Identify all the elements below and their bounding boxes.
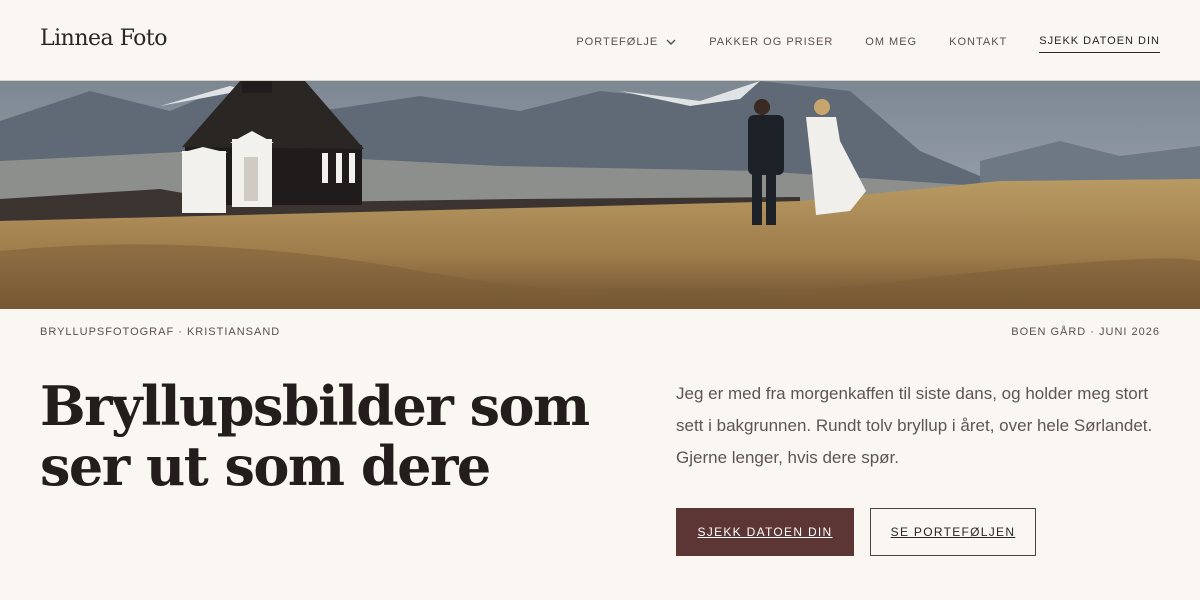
intro-text: Jeg er med fra morgenkaffen til siste da… (676, 384, 1153, 467)
top-navigation: Linnea Foto PORTEFØLJE PAKKER OG PRISER … (0, 0, 1200, 81)
meta-location: BRYLLUPSFOTOGRAF · KRISTIANSAND (40, 326, 281, 338)
chevron-down-icon (666, 39, 676, 45)
main-menu: PORTEFØLJE PAKKER OG PRISER OM MEG KONTA… (544, 30, 1160, 54)
nav-portfolio[interactable]: PORTEFØLJE (576, 36, 677, 48)
hero-image (0, 81, 1200, 309)
nav-packages[interactable]: PAKKER OG PRISER (709, 36, 833, 48)
meta-photo-credit: BOEN GÅRD · JUNI 2026 (1011, 326, 1160, 338)
view-portfolio-button[interactable]: SE PORTEFØLJEN (870, 508, 1036, 556)
site-logo[interactable]: Linnea Foto (40, 26, 168, 51)
page-headline: Bryllupsbilder som ser ut som dere (40, 376, 600, 496)
nav-check-date-link[interactable]: SJEKK DATOEN DIN (1039, 35, 1160, 53)
hero-landscape-photo (0, 81, 1200, 309)
headline-line-2: ser ut som dere (40, 434, 491, 498)
check-date-button[interactable]: SJEKK DATOEN DIN (676, 508, 854, 556)
headline-line-1: Bryllupsbilder som (40, 374, 590, 438)
nav-portfolio-label: PORTEFØLJE (576, 36, 659, 48)
nav-about[interactable]: OM MEG (865, 36, 917, 48)
nav-contact[interactable]: KONTAKT (949, 36, 1007, 48)
